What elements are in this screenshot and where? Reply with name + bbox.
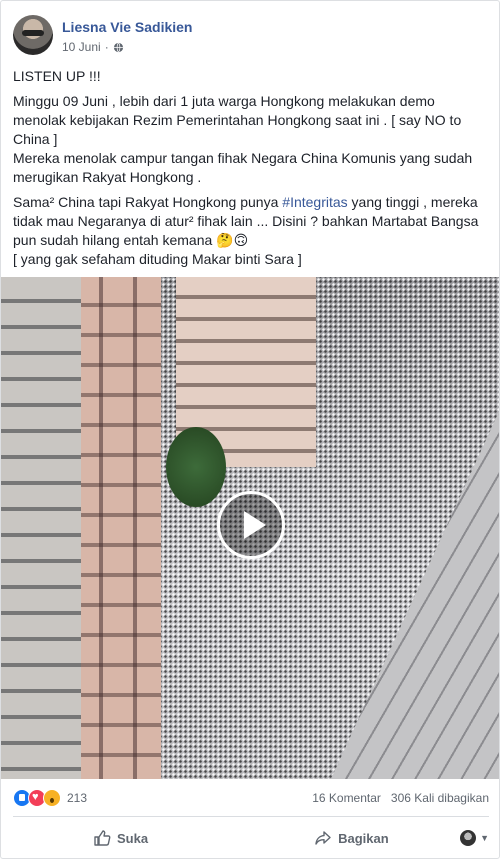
video-building-edge xyxy=(1,277,81,779)
viewer-selector[interactable]: ▼ xyxy=(460,830,489,846)
action-bar: Suka Bagikan ▼ xyxy=(13,824,489,852)
wow-reaction-icon xyxy=(43,789,61,807)
post-stats: 213 16 Komentar 306 Kali dibagikan xyxy=(13,787,489,809)
share-icon xyxy=(315,831,331,845)
post-header: Liesna Vie Sadikien 10 Juni · xyxy=(13,15,192,59)
post-paragraph-1: LISTEN UP !!! xyxy=(13,68,101,84)
author-name[interactable]: Liesna Vie Sadikien xyxy=(62,19,192,35)
post-text: LISTEN UP !!! Minggu 09 Juni , lebih dar… xyxy=(13,67,483,275)
thumbs-up-icon xyxy=(94,830,111,846)
actions-divider xyxy=(13,816,489,817)
viewer-avatar xyxy=(460,830,477,846)
video-player[interactable] xyxy=(1,277,499,779)
like-label: Suka xyxy=(117,830,149,846)
play-icon[interactable] xyxy=(217,491,285,559)
avatar-glasses xyxy=(22,30,44,36)
video-tree xyxy=(166,427,226,507)
post-date[interactable]: 10 Juni xyxy=(62,40,101,54)
post-card: Liesna Vie Sadikien 10 Juni · LISTEN UP … xyxy=(0,0,500,859)
share-count[interactable]: 306 Kali dibagikan xyxy=(391,791,489,805)
comment-count[interactable]: 16 Komentar xyxy=(312,791,381,805)
post-date-row: 10 Juni · xyxy=(62,40,192,54)
author-avatar[interactable] xyxy=(13,15,53,55)
share-label: Bagikan xyxy=(338,830,389,846)
engagement-stats: 16 Komentar 306 Kali dibagikan xyxy=(312,791,489,805)
hashtag-link[interactable]: #Integritas xyxy=(282,194,347,210)
reactions[interactable]: 213 xyxy=(13,789,87,807)
share-button[interactable]: Bagikan xyxy=(314,829,389,847)
date-separator: · xyxy=(104,40,109,54)
post-paragraph-3: Sama² China tapi Rakyat Hongkong punya #… xyxy=(13,193,483,269)
reaction-count[interactable]: 213 xyxy=(67,791,87,805)
paragraph-3-start: Sama² China tapi Rakyat Hongkong punya xyxy=(13,194,283,210)
like-button[interactable]: Suka xyxy=(93,829,148,847)
post-paragraph-2: Minggu 09 Juni , lebih dari 1 juta warga… xyxy=(13,93,473,185)
chevron-down-icon: ▼ xyxy=(480,833,489,843)
globe-icon[interactable] xyxy=(113,42,124,53)
post-meta: Liesna Vie Sadikien 10 Juni · xyxy=(62,15,192,59)
